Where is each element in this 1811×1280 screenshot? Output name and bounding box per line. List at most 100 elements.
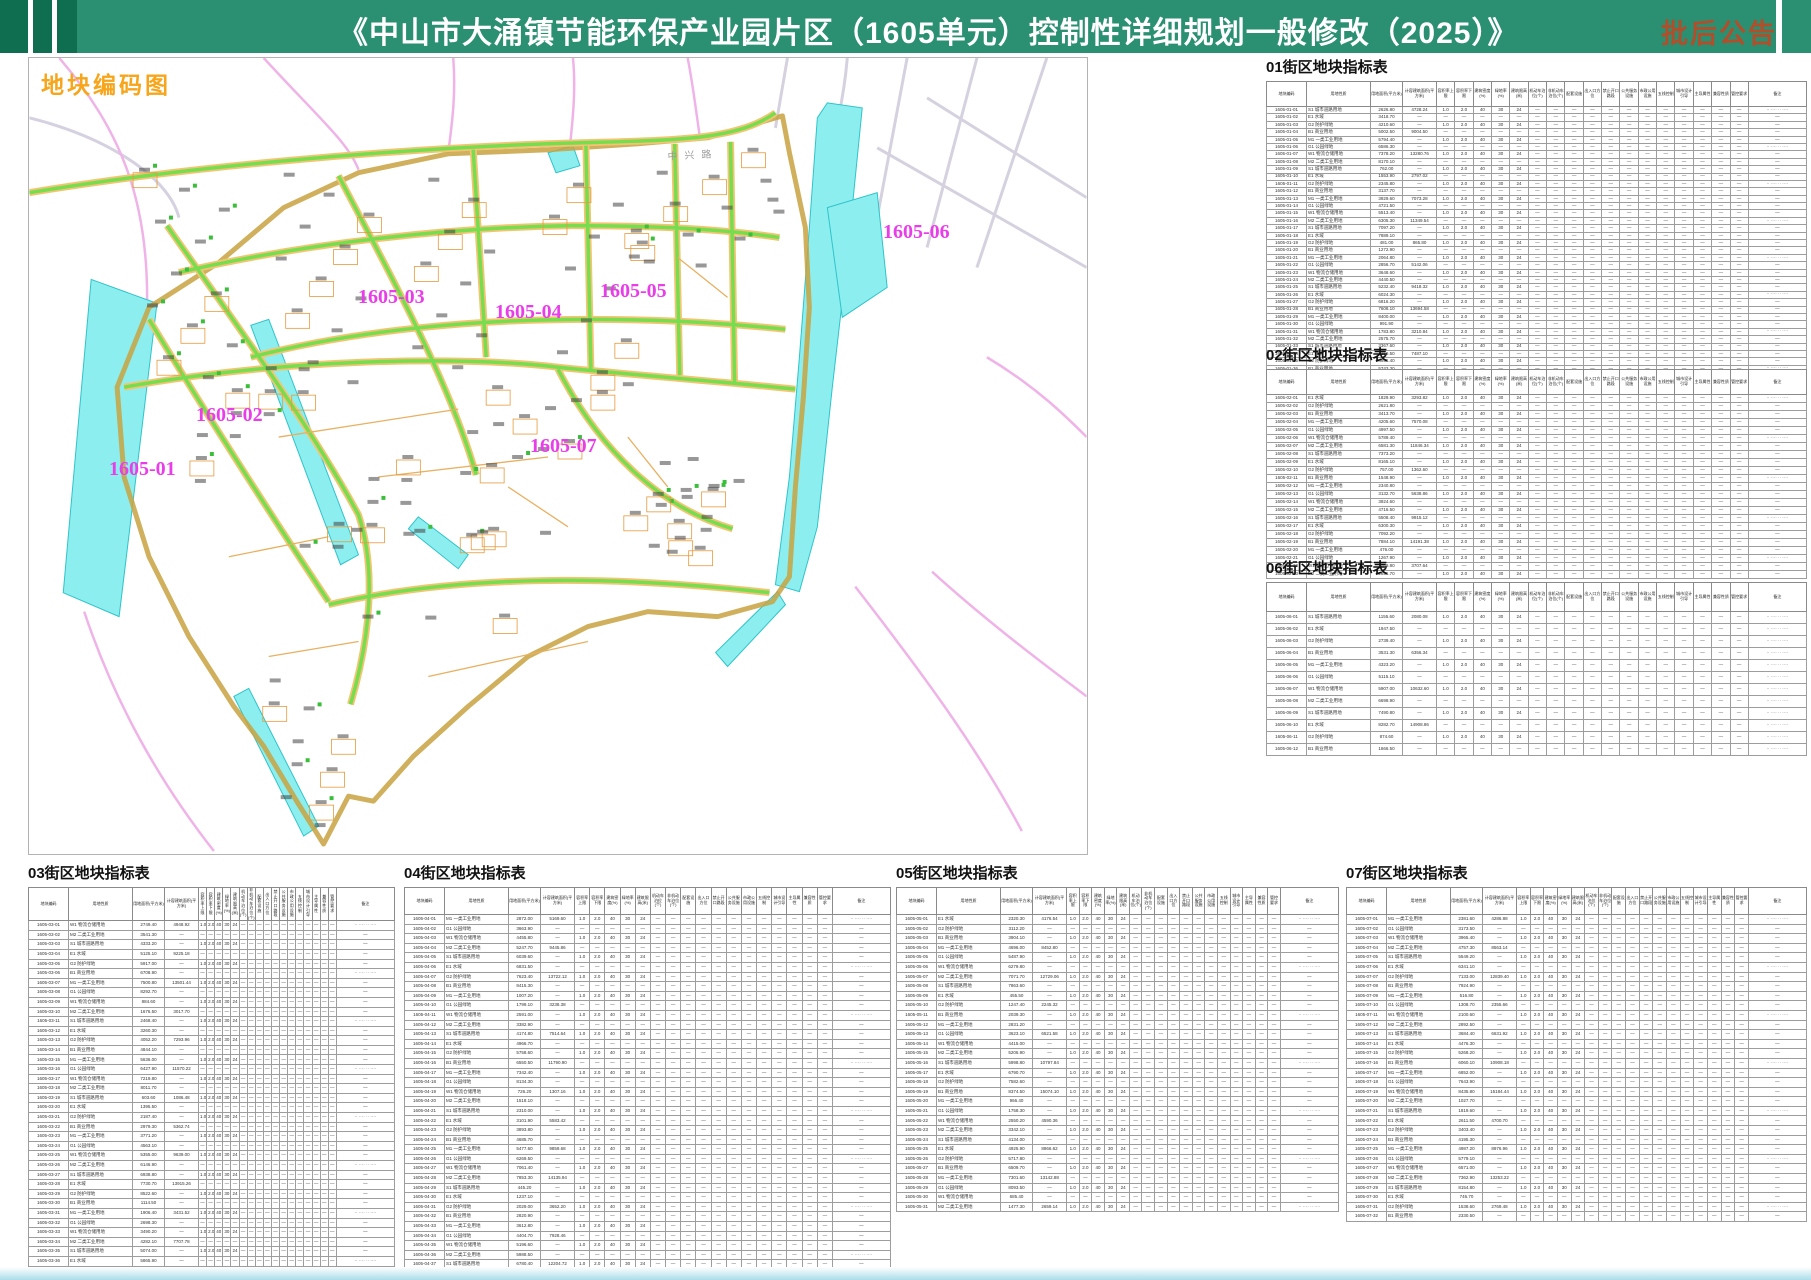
table-row: 1605-01-07W1 物流仓储用地7378.2013280.761.02.0…	[1267, 151, 1807, 158]
table-row: 1605-07-15G2 防护绿地5268.20—1.02.0403024———…	[1347, 1049, 1807, 1059]
table-row: 1605-07-25M1 一类工业用地4987.208976.961.02.04…	[1347, 1145, 1807, 1155]
table-row: 1605-02-13G1 公园绿地3132.705638.861.02.0403…	[1267, 491, 1807, 499]
table-row: 1605-05-23M2 二类工业用地3342.10—1.02.0403024—…	[897, 1126, 1339, 1136]
table-row: 1605-01-25S1 城市道路用地5232.409418.321.02.04…	[1267, 284, 1807, 291]
table-row: 1605-03-06B1 商业用地6708.90————————————————…	[29, 969, 395, 979]
table-row: 1605-05-03B1 商业用地3904.10—1.02.0403024———…	[897, 934, 1339, 944]
table-row: 1605-03-20E1 水域1395.50——————————————————…	[29, 1103, 395, 1113]
table-row: 1605-02-15M2 二类工业用地4716.50—1.02.0403024—…	[1267, 507, 1807, 515]
indicator-table-02: 地块编码用地性质用地面积(平方米)计容建筑面积(平方米)容积率上限容积率下限建筑…	[1266, 369, 1807, 579]
table-row: 1605-04-06E1 水域6831.50——————————————————…	[405, 962, 891, 972]
table-row: 1605-01-13M1 一类工业用地3929.607073.281.02.04…	[1267, 195, 1807, 202]
table-row: 1605-04-11W1 物流仓储用地2591.00—1.02.0403024—…	[405, 1010, 891, 1020]
table-row: 1605-07-06E1 水域6341.10——————————————————…	[1347, 962, 1807, 972]
table-row: 1605-04-25M1 一类工业用地5477.609859.681.02.04…	[405, 1145, 891, 1155]
table-row: 1605-06-07W1 物流仓储用地5907.0010632.601.02.0…	[1267, 684, 1807, 696]
indicator-table-06: 地块编码用地性质用地面积(平方米)计容建筑面积(平方米)容积率上限容积率下限建筑…	[1266, 582, 1807, 756]
table-row: 1605-07-22E1 水域2611.504700.70———————————…	[1347, 1116, 1807, 1126]
table-row: 1605-03-03S1 城市道路用地4333.20—1.02.0403024—…	[29, 940, 395, 950]
table-row: 1605-01-22G1 公园绿地2856.705142.06—————————…	[1267, 262, 1807, 269]
table-row: 1605-01-19G2 防护绿地481.00865.801.02.040302…	[1267, 240, 1807, 247]
table-row: 1605-07-30E1 水域746.70———————————————————	[1347, 1193, 1807, 1203]
zone-label-1605-05: 1605-05	[600, 280, 667, 303]
table-block-05: 05街区地块指标表地块编码用地性质用地面积(平方米)计容建筑面积(平方米)容积率…	[896, 862, 1338, 1212]
table-row: 1605-05-17E1 水域6790.70—1.02.0403024—————…	[897, 1068, 1339, 1078]
map-title: 地块编码图	[41, 66, 171, 100]
table-row: 1605-01-14G1 公园绿地4721.50————————————————…	[1267, 203, 1807, 210]
table-row: 1605-03-24G1 公园绿地4563.10————————————————…	[29, 1141, 395, 1151]
table-row: 1605-04-22E1 水域3101.905583.42———————————…	[405, 1116, 891, 1126]
indicator-table-01: 地块编码用地性质用地面积(平方米)计容建筑面积(平方米)容积率上限容积率下限建筑…	[1266, 81, 1807, 373]
table-row: 1605-03-15M1 一类工业用地5636.00—1.02.0403024—…	[29, 1055, 395, 1065]
table-row: 1605-07-19W1 物流仓储用地8435.8015184.441.02.0…	[1347, 1087, 1807, 1097]
table-row: 1605-04-16B1 商业用地6550.5011790.90————————…	[405, 1058, 891, 1068]
table-row: 1605-05-11B1 商业用地2039.30—1.02.0403024———…	[897, 1010, 1339, 1020]
table-row: 1605-03-16G1 公园绿地6427.9011570.22————————…	[29, 1065, 395, 1075]
table-row: 1605-05-12M1 一类工业用地2831.20——————————————…	[897, 1020, 1339, 1030]
table-row: 1605-03-33W1 物流仓储用地3490.20—1.02.0403024—…	[29, 1228, 395, 1238]
table-row: 1605-03-32G1 公园绿地2698.30————————————————…	[29, 1218, 395, 1228]
table-row: 1605-01-28B1 商业用地7608.1013694.58————————…	[1267, 306, 1807, 313]
table-row: 1605-07-18G1 公园绿地7643.90————————————————…	[1347, 1078, 1807, 1088]
table-row: 1605-07-04M2 二类工业用地4757.308563.14———————…	[1347, 943, 1807, 953]
table-row: 1605-03-02M2 二类工业用地3541.30——————————————…	[29, 930, 395, 940]
table-row: 1605-06-10E1 水域8282.7014908.86——————————…	[1267, 720, 1807, 732]
table-row: 1605-01-26E1 水域6024.30——————————————————…	[1267, 291, 1807, 298]
table-row: 1605-04-35W1 物流仓储用地5196.60—1.02.0403024—…	[405, 1241, 891, 1251]
table-row: 1605-05-06W1 物流仓储用地6279.80——————————————…	[897, 962, 1339, 972]
table-row: 1605-01-11G2 防护绿地2345.80—1.02.0403024———…	[1267, 180, 1807, 187]
table-row: 1605-04-05S1 城市道路用地6039.60—1.02.0403024—…	[405, 953, 891, 963]
table-row: 1605-07-23G2 防护绿地3403.40—1.02.0403024———…	[1347, 1126, 1807, 1136]
table-row: 1605-07-21S1 城市道路用地1819.60—1.02.0403024—…	[1347, 1106, 1807, 1116]
table-block-03: 03街区地块指标表地块编码用地性质用地面积(平方米)计容建筑面积(平方米)容积率…	[28, 862, 394, 1280]
table-row: 1605-06-09S1 城市道路用地7490.80—1.02.0403024—…	[1267, 708, 1807, 720]
indicator-table-07: 地块编码用地性质用地面积(平方米)计容建筑面积(平方米)容积率上限容积率下限建筑…	[1346, 887, 1807, 1222]
table-row: 1605-07-01M1 一类工业用地2381.604286.881.02.04…	[1347, 915, 1807, 925]
table-row: 1605-07-02G1 公园绿地3173.50————————————————…	[1347, 924, 1807, 934]
table-row: 1605-05-09E1 水域455.50—1.02.0403024——————…	[897, 991, 1339, 1001]
table-row: 1605-03-22B1 商业用地2979.305362.74—————————…	[29, 1122, 395, 1132]
table-header-row: 地块编码用地性质用地面积(平方米)计容建筑面积(平方米)容积率上限容积率下限建筑…	[1347, 888, 1807, 915]
table-row: 1605-07-17M1 一类工业用地6852.00—1.02.0403024—…	[1347, 1068, 1807, 1078]
table-row: 1605-02-08S1 城市道路用地7373.20——————————————…	[1267, 451, 1807, 459]
table-row: 1605-01-10E1 水域1553.902797.02———————————…	[1267, 173, 1807, 180]
table-row: 1605-05-22W1 物流仓储用地2550.204590.36———————…	[897, 1116, 1339, 1126]
table-row: 1605-06-11G2 防护绿地874.60—1.02.0403024————…	[1267, 732, 1807, 744]
table-row: 1605-03-34M2 二类工业用地4282.107707.78———————…	[29, 1237, 395, 1247]
table-row: 1605-07-14E1 水域4476.30——————————————————…	[1347, 1039, 1807, 1049]
table-block-02: 02街区地块指标表地块编码用地性质用地面积(平方米)计容建筑面积(平方米)容积率…	[1266, 344, 1806, 579]
table-row: 1605-03-14B1 商业用地4844.10————————————————…	[29, 1045, 395, 1055]
table-row: 1605-01-05M1 一类工业用地5794.40—1.02.0403024—…	[1267, 136, 1807, 143]
table-row: 1605-01-21M1 一类工业用地2064.80—1.02.0403024—…	[1267, 254, 1807, 261]
table-row: 1605-03-26M2 二类工业用地6146.90——————————————…	[29, 1161, 395, 1171]
table-row: 1605-03-17W1 物流仓储用地7219.80—1.02.0403024—…	[29, 1074, 395, 1084]
table-row: 1605-07-16B1 商业用地6060.1010908.18————————…	[1347, 1058, 1807, 1068]
table-row: 1605-07-10G1 公园绿地1308.702355.66—————————…	[1347, 1001, 1807, 1011]
table-row: 1605-03-23M1 一类工业用地3771.20—1.02.0403024—…	[29, 1132, 395, 1142]
table-row: 1605-04-36M2 二类工业用地5988.50——————————————…	[405, 1250, 891, 1260]
zone-label-1605-02: 1605-02	[196, 404, 263, 427]
table-header-row: 地块编码用地性质用地面积(平方米)计容建筑面积(平方米)容积率上限容积率下限建筑…	[897, 888, 1339, 915]
table-row: 1605-05-13G1 公园绿地3623.106521.581.02.0403…	[897, 1030, 1339, 1040]
table-row: 1605-05-31M2 二类工业用地1477.302659.141.02.04…	[897, 1202, 1339, 1212]
table-row: 1605-04-03W1 物流仓储用地4455.80—1.02.0403024—…	[405, 934, 891, 944]
table-title-02: 02街区地块指标表	[1266, 344, 1806, 365]
table-row: 1605-01-27G2 防护绿地6816.20—1.02.0403024———…	[1267, 299, 1807, 306]
table-row: 1605-02-12M1 一类工业用地2340.80——————————————…	[1267, 483, 1807, 491]
table-row: 1605-02-02G2 防护绿地2621.80————————————————…	[1267, 403, 1807, 411]
table-row: 1605-05-20M1 一类工业用地966.40———————————————…	[897, 1097, 1339, 1107]
table-row: 1605-01-23W1 物流仓储用地3648.60—1.02.0403024—…	[1267, 269, 1807, 276]
table-row: 1605-01-02E1 水域3418.70——————————————————…	[1267, 114, 1807, 121]
table-row: 1605-01-16M2 二类工业用地6305.3011349.54——————…	[1267, 217, 1807, 224]
table-row: 1605-03-04E1 水域5125.109225.18———————————…	[29, 949, 395, 959]
table-row: 1605-05-24S1 城市道路用地4134.00——————————————…	[897, 1135, 1339, 1145]
table-row: 1605-04-32B1 商业用地2820.90————————————————…	[405, 1212, 891, 1222]
table-row: 1605-05-14W1 物流仓储用地4415.00——————————————…	[897, 1039, 1339, 1049]
table-row: 1605-07-07G2 防护绿地7133.0012839.401.02.040…	[1347, 972, 1807, 982]
table-header-row: 地块编码用地性质用地面积(平方米)计容建筑面积(平方米)容积率上限容积率下限建筑…	[405, 888, 891, 915]
table-row: 1605-04-24B1 商业用地4685.70————————————————…	[405, 1135, 891, 1145]
table-row: 1605-04-07G2 防护绿地7623.4013722.121.02.040…	[405, 972, 891, 982]
table-row: 1605-03-21G2 防护绿地2187.40—1.02.0403024———…	[29, 1113, 395, 1123]
table-row: 1605-07-26G1 公园绿地5779.10————————————————…	[1347, 1154, 1807, 1164]
table-block-07: 07街区地块指标表地块编码用地性质用地面积(平方米)计容建筑面积(平方米)容积率…	[1346, 862, 1806, 1222]
